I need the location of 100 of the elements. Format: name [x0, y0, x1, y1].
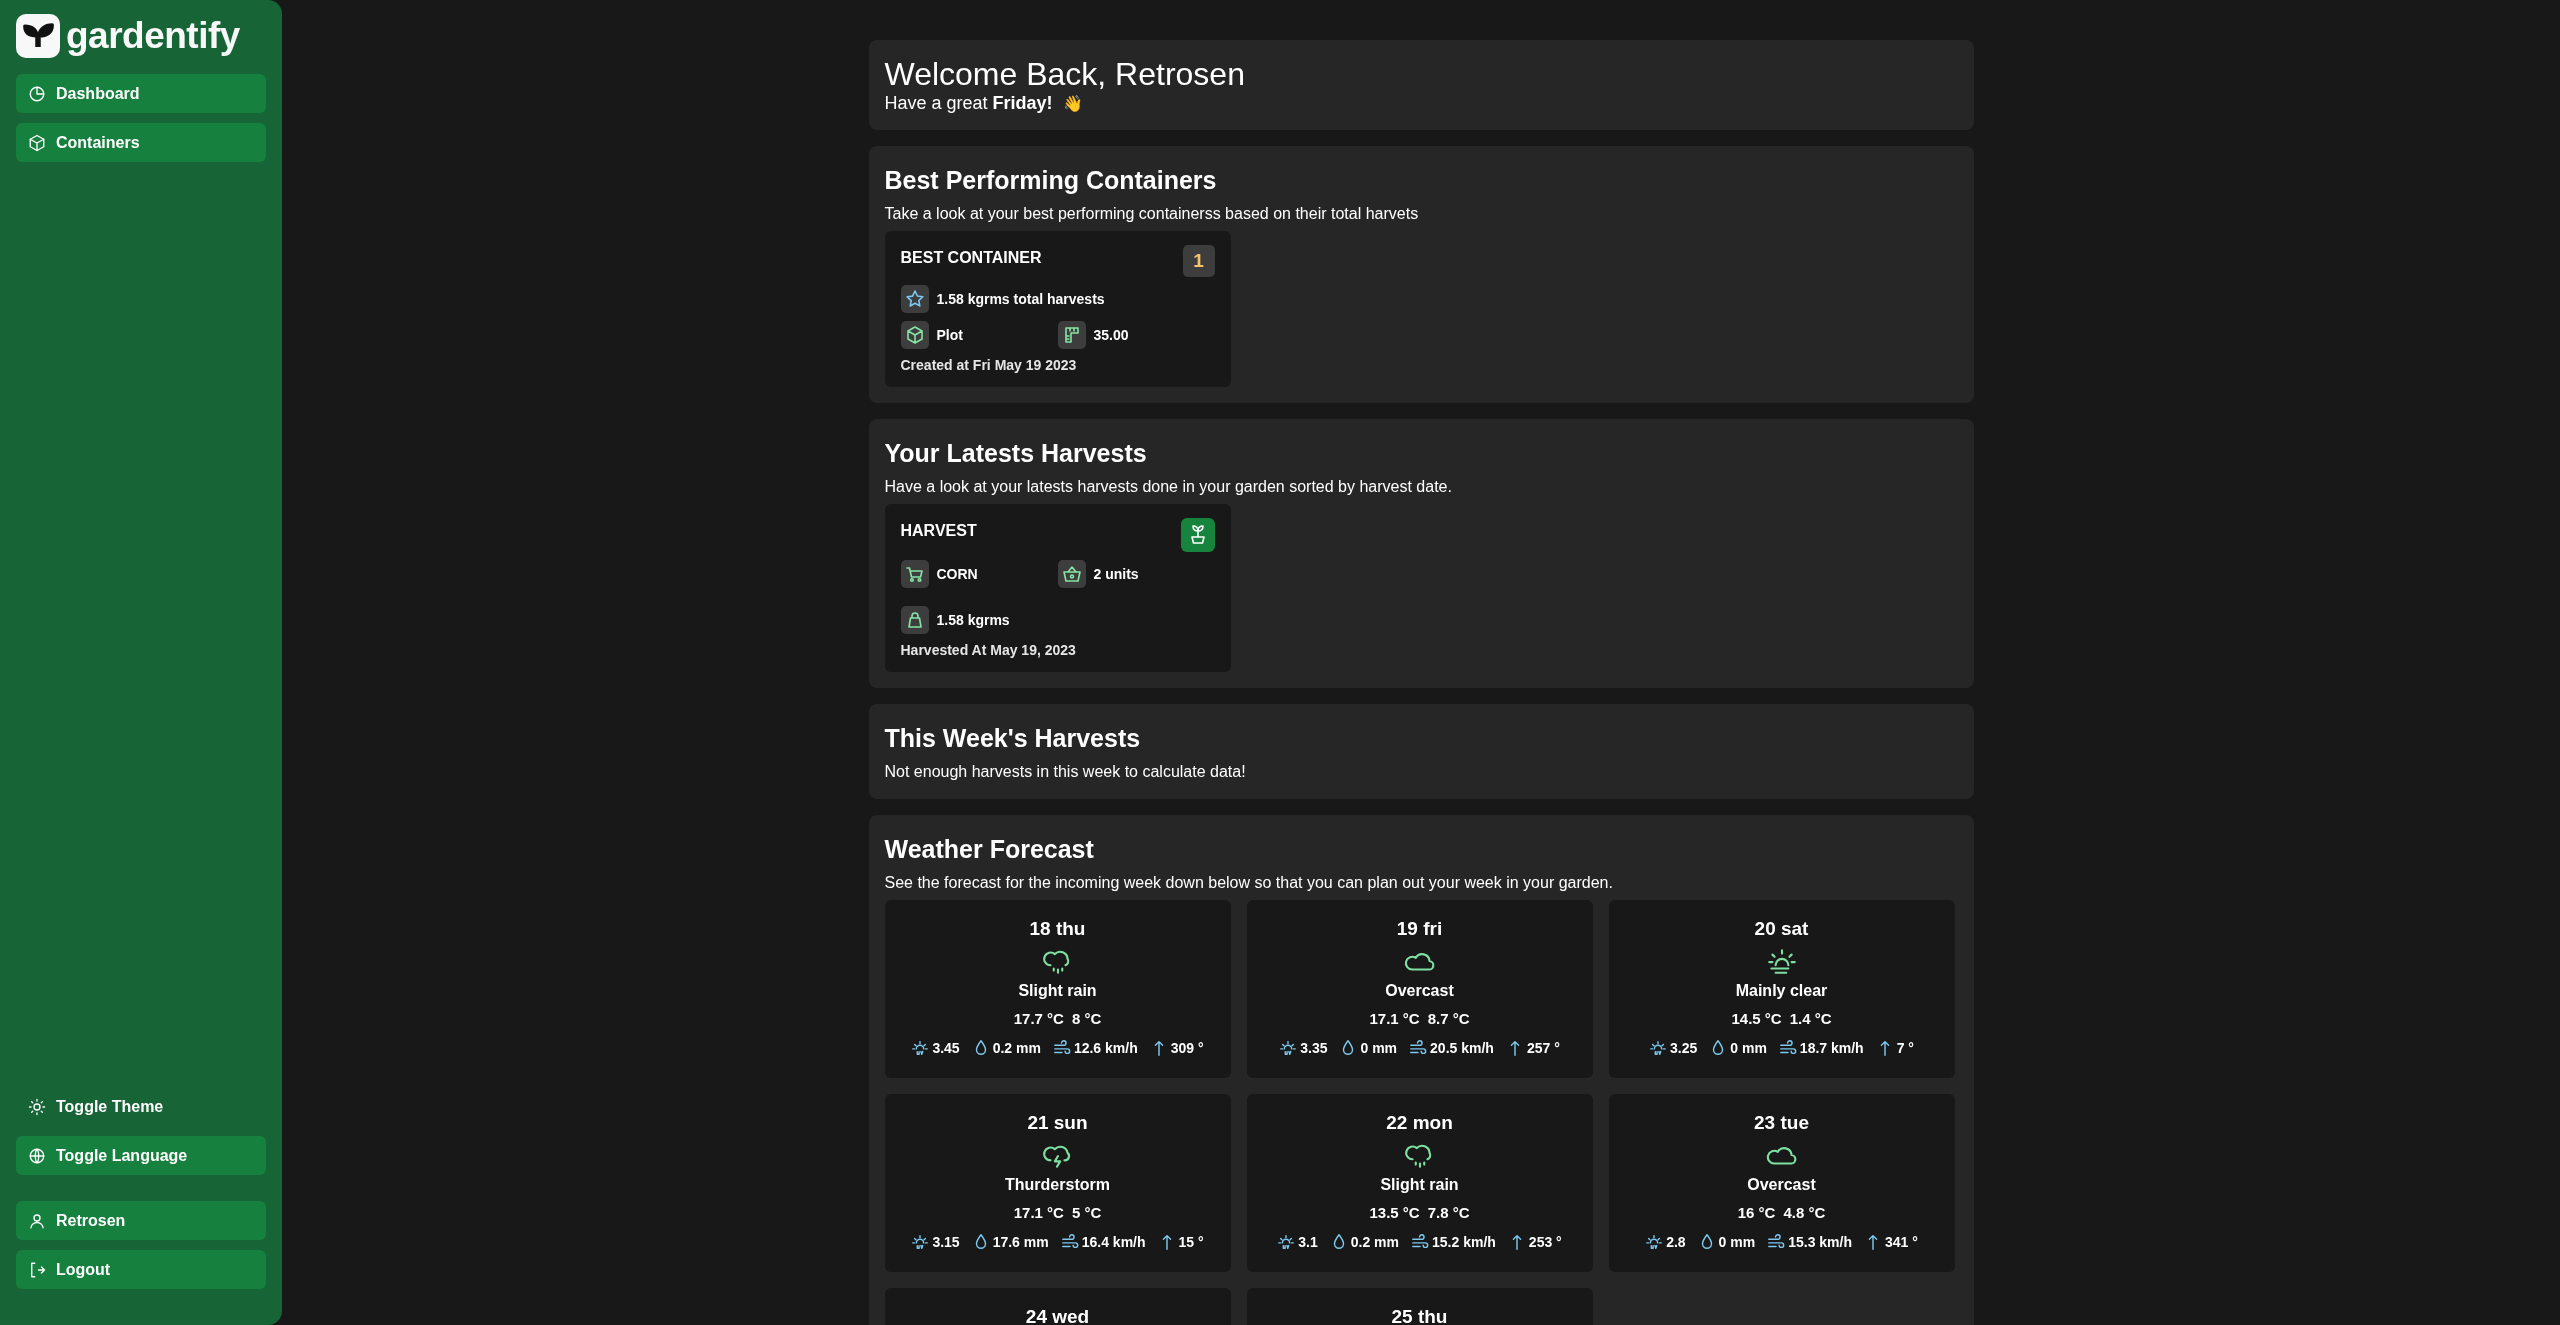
max-temperature: 14.5 °C	[1731, 1010, 1782, 1027]
total-harvest-text: 1.58 kgrms total harvests	[936, 291, 1105, 307]
ruler-icon	[1057, 321, 1086, 349]
day-label: 25 thu	[1391, 1306, 1448, 1325]
section-description: Take a look at your best performing containerss based on their total harvets	[884, 205, 1419, 223]
condition-text: Mainly clear	[1735, 982, 1828, 1000]
max-temperature: 17.1 °C	[1013, 1204, 1064, 1221]
day-label: 24 wed	[1025, 1306, 1090, 1325]
container-card[interactable]: BEST CONTAINER 1 1.58 kgrms total harvests Plot 35.00 Created at Fri May 19 2023	[884, 231, 1231, 387]
section-title: Best Performing Containers	[884, 166, 1217, 195]
precipitation: 17.6 mm	[992, 1234, 1049, 1250]
quantity-text: 2 units	[1093, 566, 1139, 582]
uv-sun-icon	[1279, 1039, 1298, 1057]
welcome-title: Welcome Back, Retrosen	[884, 56, 1245, 93]
section-description: Have a look at your latests harvests done in your garden sorted by harvest date.	[884, 478, 1452, 496]
pie-chart-icon	[28, 84, 46, 103]
uv-sun-icon	[911, 1039, 930, 1057]
app-logo-text: gardentify	[66, 15, 240, 57]
wind-icon	[1411, 1233, 1429, 1251]
wind-direction: 7 °	[1896, 1040, 1914, 1056]
uv-index: 3.45	[932, 1040, 960, 1056]
day-label: 19 fri	[1396, 918, 1443, 940]
uv-index: 3.15	[932, 1234, 960, 1250]
weight-icon	[900, 606, 929, 634]
condition-text: Overcast	[1747, 1176, 1816, 1194]
max-temperature: 17.7 °C	[1013, 1010, 1064, 1027]
uv-index: 3.25	[1670, 1040, 1698, 1056]
harvest-card[interactable]: HARVEST CORN 2 units 1.58 kgrms Harvested At May 19, 2023	[884, 504, 1231, 672]
wind-icon	[1060, 1233, 1079, 1251]
nav-item[interactable]: Dashboard	[16, 74, 266, 113]
min-temperature: 4.8 °C	[1783, 1204, 1826, 1221]
sidebar-button[interactable]: Retrosen	[16, 1201, 266, 1240]
sun-icon	[28, 1097, 46, 1116]
nav-item[interactable]: Containers	[16, 123, 266, 162]
max-temperature: 16 °C	[1737, 1204, 1776, 1221]
max-temperature: 13.5 °C	[1369, 1204, 1420, 1221]
section-title: This Week's Harvests	[884, 724, 1141, 753]
wind-icon	[1767, 1233, 1786, 1251]
weight-text: 1.58 kgrms	[936, 612, 1010, 628]
day-label: 20 sat	[1754, 918, 1809, 940]
day-label: 23 tue	[1754, 1112, 1809, 1134]
condition-text: Slight rain	[1380, 1176, 1459, 1194]
uv-sun-icon	[1277, 1233, 1296, 1251]
harvest-date-text: Harvested At May 19, 2023	[900, 642, 1077, 658]
cube-icon	[28, 133, 46, 152]
sprout-logo-icon	[16, 14, 60, 58]
wind-speed: 12.6 km/h	[1073, 1040, 1138, 1056]
condition-text: Thurderstorm	[1005, 1176, 1110, 1194]
sidebar-button[interactable]: Toggle Language	[16, 1136, 266, 1175]
section-description: See the forecast for the incoming week down below so that you can plan out your week in your garden.	[884, 874, 1613, 892]
sidebar-button[interactable]: Toggle Theme	[16, 1087, 266, 1126]
wind-speed: 18.7 km/h	[1799, 1040, 1864, 1056]
wind-direction: 257 °	[1526, 1040, 1560, 1056]
day-label: 21 sun	[1027, 1112, 1088, 1134]
logout-icon	[28, 1260, 46, 1279]
area-text: 35.00	[1093, 327, 1129, 343]
card-heading: HARVEST	[900, 522, 977, 540]
uv-index: 3.35	[1300, 1040, 1328, 1056]
condition-text: Slight rain	[1018, 982, 1097, 1000]
empty-message: Not enough harvests in this week to calculate data!	[884, 763, 1246, 781]
wind-direction: 253 °	[1528, 1234, 1562, 1250]
min-temperature: 8.7 °C	[1427, 1010, 1470, 1027]
globe-icon	[28, 1146, 46, 1165]
min-temperature: 8 °C	[1071, 1010, 1102, 1027]
waving-hand-emoji: 👋	[1062, 94, 1083, 113]
uv-index: 3.1	[1298, 1234, 1318, 1250]
wind-icon	[1052, 1039, 1071, 1057]
wind-icon	[1778, 1039, 1797, 1057]
precipitation: 0 mm	[1718, 1234, 1756, 1250]
basket-icon	[1057, 560, 1086, 588]
precipitation: 0 mm	[1360, 1040, 1398, 1056]
section-title: Your Latests Harvests	[884, 439, 1147, 468]
greeting-text: Have a great Friday!	[884, 93, 1053, 114]
max-temperature: 17.1 °C	[1369, 1010, 1420, 1027]
condition-text: Overcast	[1385, 982, 1454, 1000]
wind-direction: 341 °	[1885, 1234, 1918, 1250]
container-type-text: Plot	[936, 327, 963, 343]
wind-direction: 15 °	[1178, 1234, 1204, 1250]
section-title: Weather Forecast	[884, 835, 1094, 864]
rank-badge: 1	[1182, 245, 1215, 277]
wind-speed: 16.4 km/h	[1081, 1234, 1146, 1250]
uv-sun-icon	[1649, 1039, 1668, 1057]
uv-sun-icon	[911, 1233, 930, 1251]
precipitation: 0.2 mm	[1350, 1234, 1399, 1250]
user-icon	[28, 1211, 46, 1230]
crop-text: CORN	[936, 566, 978, 582]
day-label: 18 thu	[1029, 918, 1086, 940]
uv-sun-icon	[1645, 1233, 1664, 1251]
wind-speed: 15.3 km/h	[1788, 1234, 1852, 1250]
min-temperature: 7.8 °C	[1427, 1204, 1470, 1221]
precipitation: 0.2 mm	[992, 1040, 1041, 1056]
card-heading: BEST CONTAINER	[900, 249, 1042, 267]
wind-speed: 20.5 km/h	[1430, 1040, 1494, 1056]
wind-direction: 309 °	[1170, 1040, 1204, 1056]
precipitation: 0 mm	[1730, 1040, 1767, 1056]
cart-icon	[900, 560, 929, 588]
min-temperature: 1.4 °C	[1789, 1010, 1832, 1027]
sidebar-button[interactable]: Logout	[16, 1250, 266, 1289]
wind-icon	[1409, 1039, 1428, 1057]
uv-index: 2.8	[1666, 1234, 1686, 1250]
